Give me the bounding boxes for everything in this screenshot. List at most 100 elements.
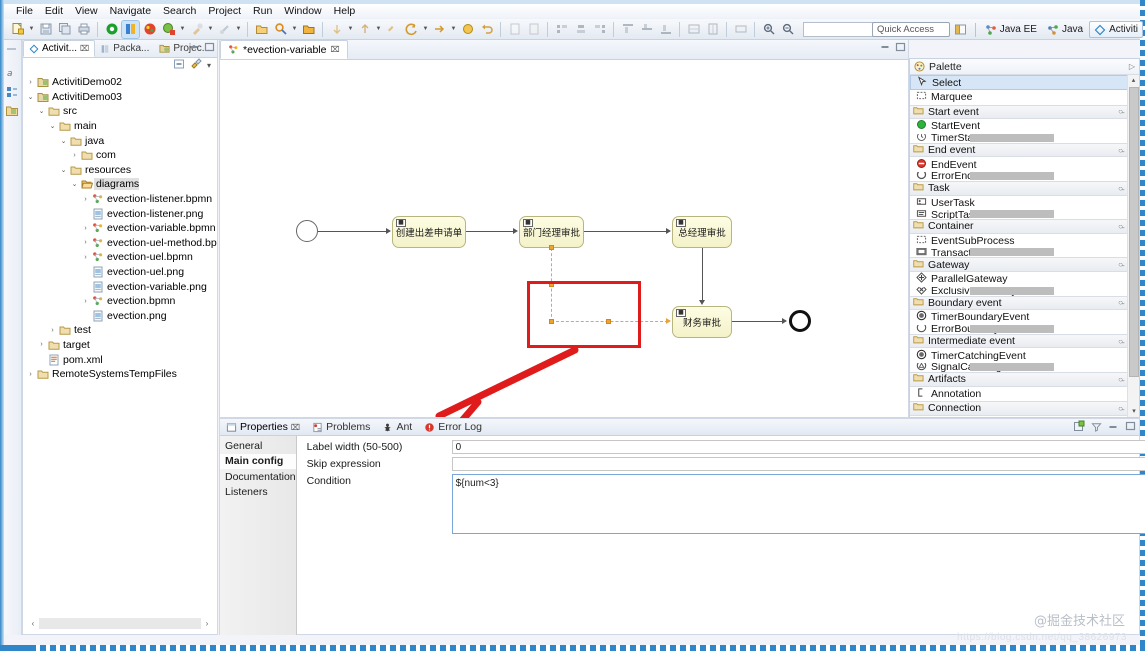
next-annotation-dropdown-icon[interactable]: ▼: [346, 21, 355, 38]
restore-icon[interactable]: [5, 47, 21, 63]
close-icon[interactable]: ⌧: [330, 45, 339, 54]
align-middle-icon[interactable]: [638, 21, 655, 38]
palette-group-pin-icon[interactable]: ○̵: [1118, 184, 1123, 193]
next-annotation-icon[interactable]: [328, 21, 345, 38]
filter-icon[interactable]: [1091, 421, 1102, 435]
close-icon[interactable]: ⌧: [291, 423, 300, 432]
new-properties-view-icon[interactable]: [1073, 420, 1085, 435]
tree-item[interactable]: evection.png: [25, 309, 217, 324]
link-with-editor-icon[interactable]: [190, 58, 202, 73]
palette-item-timercatchingevent[interactable]: TimerCatchingEvent: [910, 348, 1128, 363]
menu-item-project[interactable]: Project: [202, 4, 247, 19]
palette-tool-select[interactable]: Select: [910, 75, 1128, 90]
editor-tab-evection-variable[interactable]: *evection-variable ⌧: [220, 40, 348, 59]
profile-icon[interactable]: [216, 21, 233, 38]
palette-item-timerstartevent[interactable]: TimerStartEvent: [910, 133, 1128, 143]
view-tab-package-explorer[interactable]: Packa...: [95, 40, 154, 57]
palette-group-end-event[interactable]: End event ○̵: [910, 142, 1128, 158]
view-tab-activiti[interactable]: Activit... ⌧: [23, 40, 96, 57]
tab-ant[interactable]: Ant: [376, 419, 418, 435]
sequence-flow-3[interactable]: [584, 231, 666, 232]
minimize-icon[interactable]: [879, 41, 891, 52]
twisty-collapsed-icon[interactable]: ›: [80, 254, 91, 261]
align-right-icon[interactable]: [591, 21, 608, 38]
palette-group-start-event[interactable]: Start event ○̵: [910, 104, 1128, 120]
palette-group-container[interactable]: Container ○̵: [910, 219, 1128, 234]
outline-icon[interactable]: [5, 85, 21, 101]
prop-tab-main-config[interactable]: Main config: [220, 453, 296, 469]
palette-item-errorendevent[interactable]: ErrorEndEvent: [910, 171, 1128, 181]
open-perspective-icon[interactable]: [952, 21, 969, 38]
forward-icon[interactable]: [431, 21, 448, 38]
twisty-collapsed-icon[interactable]: ›: [47, 327, 58, 334]
perspective-java-ee[interactable]: Java EE: [981, 21, 1041, 38]
skip-expression-field[interactable]: [451, 457, 1145, 471]
task-create-evection-request[interactable]: ■ 创建出差申请单: [392, 216, 466, 248]
tree-item[interactable]: evection-uel.png: [25, 265, 217, 280]
palette-scrollbar[interactable]: ▴ ▾: [1127, 75, 1139, 417]
close-icon[interactable]: ⌧: [80, 44, 89, 53]
palette-item-timerboundaryevent[interactable]: TimerBoundaryEvent: [910, 310, 1128, 325]
new-dropdown-icon[interactable]: ▼: [27, 21, 36, 38]
run-dropdown-icon[interactable]: ▼: [178, 21, 187, 38]
flow-handle-source[interactable]: [548, 245, 554, 250]
activiti-run-icon[interactable]: [141, 21, 158, 38]
perspective-java[interactable]: Java: [1043, 21, 1087, 38]
tab-properties[interactable]: Properties ⌧: [220, 419, 306, 435]
menu-item-run[interactable]: Run: [247, 4, 278, 19]
palette-group-connection[interactable]: Connection ○̵: [910, 401, 1128, 416]
palette-group-pin-icon[interactable]: ○̵: [1118, 107, 1123, 116]
scroll-right-icon[interactable]: ›: [201, 619, 213, 628]
tree-item[interactable]: ⌄ ActivitiDemo03: [25, 90, 217, 105]
tree-item[interactable]: evection-variable.png: [25, 279, 217, 294]
tree-item[interactable]: › evection-uel.bpmn: [25, 250, 217, 265]
tree-item[interactable]: evection-listener.png: [25, 206, 217, 221]
menu-item-view[interactable]: View: [69, 4, 104, 19]
search-icon[interactable]: [272, 21, 289, 38]
palette-item-usertask[interactable]: UserTask: [910, 195, 1128, 211]
profile-dropdown-icon[interactable]: ▼: [234, 21, 243, 38]
align-left-icon[interactable]: [553, 21, 570, 38]
align-center-icon[interactable]: [572, 21, 589, 38]
align-bottom-icon[interactable]: [657, 21, 674, 38]
print-icon[interactable]: [75, 21, 92, 38]
coverage-icon[interactable]: [160, 21, 177, 38]
palette-item-endevent[interactable]: EndEvent: [910, 157, 1128, 172]
quick-access-input[interactable]: Quick Access: [872, 22, 950, 37]
properties-tab-list[interactable]: General Main config Documentation Listen…: [220, 436, 297, 635]
collapse-all-icon[interactable]: [173, 58, 185, 73]
align-top-icon[interactable]: [619, 21, 636, 38]
new-java-package-icon[interactable]: [506, 21, 523, 38]
twisty-collapsed-icon[interactable]: ›: [80, 239, 91, 246]
palette-item-eventsubprocess[interactable]: EventSubProcess: [910, 233, 1128, 249]
debug-icon[interactable]: [103, 21, 120, 38]
tree-item[interactable]: › test: [25, 323, 217, 338]
sequence-flow-1[interactable]: [318, 231, 386, 232]
palette-group-pin-icon[interactable]: ○̵: [1118, 375, 1123, 384]
twisty-collapsed-icon[interactable]: ›: [80, 196, 91, 203]
maximize-icon[interactable]: [894, 41, 906, 52]
sequence-flow-2[interactable]: [466, 231, 513, 232]
project-tree[interactable]: › ActivitiDemo02 ⌄ ActivitiDemo03 ⌄ src ⌄ main ⌄…: [23, 73, 217, 613]
open-resource-icon[interactable]: [300, 21, 317, 38]
palette-collapse-icon[interactable]: ▷: [1129, 62, 1135, 71]
prop-tab-general[interactable]: General: [220, 438, 296, 454]
task-finance-approval[interactable]: ■ 财务审批: [672, 306, 732, 338]
palette-group-boundary-event[interactable]: Boundary event ○̵: [910, 295, 1128, 311]
menu-item-help[interactable]: Help: [328, 4, 362, 19]
explorer-horizontal-scrollbar[interactable]: ‹ ›: [27, 617, 213, 630]
tree-item[interactable]: ⌄ java: [25, 133, 217, 148]
zoom-in-icon[interactable]: [760, 21, 777, 38]
menu-item-file[interactable]: File: [10, 4, 39, 19]
tab-error-log[interactable]: Error Log: [418, 419, 488, 435]
palette-item-signalcatchingevent[interactable]: SignalCatchingEvent: [910, 362, 1128, 372]
pin-editor-icon[interactable]: [459, 21, 476, 38]
toggle-grid-icon[interactable]: [732, 21, 749, 38]
palette-tool-marquee[interactable]: Marquee: [910, 90, 1128, 105]
sequence-flow-4[interactable]: [702, 248, 703, 300]
tab-problems[interactable]: Problems: [306, 419, 376, 435]
tree-item[interactable]: ⌄ resources: [25, 163, 217, 178]
menu-item-search[interactable]: Search: [157, 4, 202, 19]
palette-group-intermediate-event[interactable]: Intermediate event ○̵: [910, 333, 1128, 349]
start-event[interactable]: [296, 220, 318, 242]
